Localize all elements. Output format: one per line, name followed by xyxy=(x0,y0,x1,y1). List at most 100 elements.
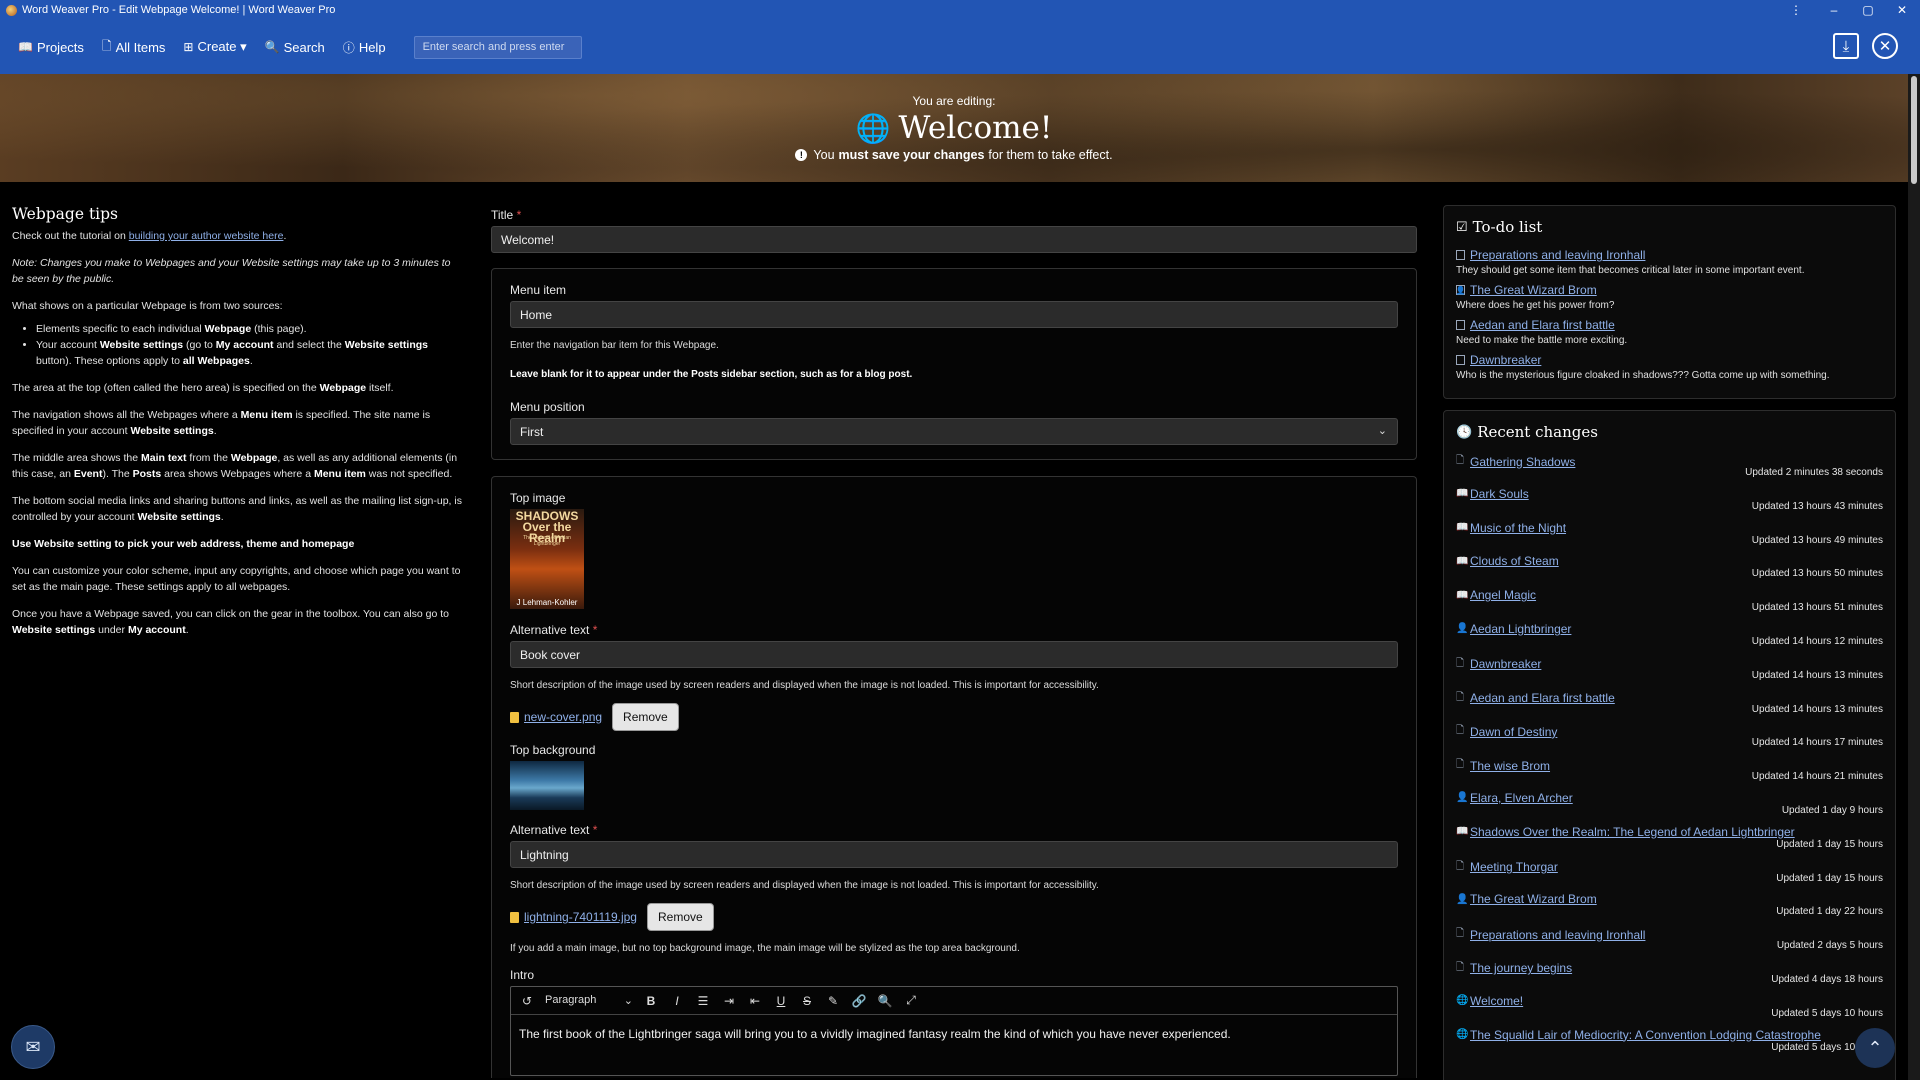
recent-item-link[interactable]: Music of the Night xyxy=(1470,521,1566,535)
todo-item: Dawnbreaker Who is the mysterious figure … xyxy=(1456,353,1883,381)
search-input[interactable] xyxy=(413,35,582,59)
top-image-file-link[interactable]: new-cover.png xyxy=(524,710,602,724)
top-bg-alt-field[interactable]: Lightning xyxy=(510,841,1398,868)
list-item: 👤 Aedan Lightbringer Updated 14 hours 12 m… xyxy=(1456,622,1883,656)
close-editor-button[interactable]: ✕ xyxy=(1872,33,1898,59)
recent-item-link[interactable]: The Great Wizard Brom xyxy=(1470,892,1597,906)
remove-top-bg-button[interactable]: Remove xyxy=(646,903,714,931)
list-item: 🗋 Meeting Thorgar Updated 1 day 15 hours xyxy=(1456,859,1883,893)
todo-item: Preparations and leaving Ironhall They sh… xyxy=(1456,248,1883,276)
recent-item-link[interactable]: Welcome! xyxy=(1470,994,1523,1008)
window-titlebar: Word Weaver Pro - Edit Webpage Welcome! … xyxy=(0,0,1920,20)
top-image-alt-field[interactable]: Book cover xyxy=(510,641,1398,668)
title-field[interactable]: Welcome! xyxy=(491,226,1417,253)
recent-item-time: Updated 5 days 10 hours xyxy=(1771,1007,1883,1019)
find-icon[interactable]: 🔍 xyxy=(877,994,893,1008)
menu-position-select[interactable]: First ⌄ xyxy=(510,418,1398,445)
recent-item-link[interactable]: Dawn of Destiny xyxy=(1470,725,1557,739)
webpage-tips: Webpage tips Check out the tutorial on b… xyxy=(12,206,462,649)
top-bg-file-link[interactable]: lightning-7401119.jpg xyxy=(524,910,637,924)
indent-icon[interactable]: ⇥ xyxy=(721,994,737,1008)
person-icon: 👤 xyxy=(1456,893,1469,905)
highlight-icon[interactable]: ✎ xyxy=(825,994,841,1008)
recent-item-link[interactable]: Angel Magic xyxy=(1470,588,1536,602)
todo-link[interactable]: Dawnbreaker xyxy=(1470,353,1541,367)
todo-link[interactable]: Aedan and Elara first battle xyxy=(1470,318,1615,332)
page-scrollbar[interactable] xyxy=(1908,74,1920,1080)
close-icon: ✕ xyxy=(1878,38,1892,55)
recent-item-link[interactable]: Gathering Shadows xyxy=(1470,455,1575,469)
fullscreen-icon[interactable]: ⤢ xyxy=(903,993,919,1008)
recent-item-link[interactable]: Aedan and Elara first battle xyxy=(1470,691,1615,705)
menu-item-field[interactable]: Home xyxy=(510,301,1398,328)
strikethrough-icon[interactable]: S xyxy=(799,994,815,1008)
nav-help[interactable]: ⓘ Help xyxy=(343,39,386,56)
recent-item-link[interactable]: Shadows Over the Realm: The Legend of Ae… xyxy=(1470,825,1795,839)
todo-link[interactable]: Preparations and leaving Ironhall xyxy=(1470,248,1645,262)
nav-all-items[interactable]: 🗋 All Items xyxy=(102,37,166,58)
recent-link-row: 🗋 Dawn of Destiny xyxy=(1456,723,1557,740)
recent-item-time: Updated 13 hours 43 minutes xyxy=(1751,500,1883,512)
italic-icon[interactable]: I xyxy=(669,994,685,1008)
nav-projects[interactable]: 📖 Projects xyxy=(18,40,84,55)
bullet-list-icon[interactable]: ☰ xyxy=(695,994,711,1008)
window-title: Word Weaver Pro - Edit Webpage Welcome! … xyxy=(22,4,336,16)
menu-position-label: Menu position xyxy=(510,400,585,414)
page-title-text: Welcome! xyxy=(898,110,1053,146)
paragraph-style-select[interactable]: Paragraph ⌄ xyxy=(545,994,633,1007)
todo-description: Where does he get his power from? xyxy=(1456,300,1615,311)
link-icon[interactable]: 🔗 xyxy=(851,994,867,1008)
recent-item-link[interactable]: Dawnbreaker xyxy=(1470,657,1541,671)
recent-item-link[interactable]: Aedan Lightbringer xyxy=(1470,622,1571,636)
help-icon: ⓘ xyxy=(342,40,355,55)
recent-item-link[interactable]: Dark Souls xyxy=(1470,487,1529,501)
menu-item-help-bold: Leave blank for it to appear under the P… xyxy=(510,369,913,380)
todo-link[interactable]: The Great Wizard Brom xyxy=(1470,283,1597,297)
file-icon: 🗋 xyxy=(1456,691,1465,703)
recent-link-row: 📖 Dark Souls xyxy=(1456,487,1529,501)
recent-item-link[interactable]: Clouds of Steam xyxy=(1470,554,1559,568)
mail-icon: ✉ xyxy=(25,1036,41,1057)
minimize-button[interactable]: – xyxy=(1817,0,1851,20)
recent-item-time: Updated 14 hours 12 minutes xyxy=(1751,635,1883,647)
recent-link-row: 🗋 Dawnbreaker xyxy=(1456,656,1541,673)
recent-link-row: 👤 The Great Wizard Brom xyxy=(1456,892,1597,906)
file-icon: 🗋 xyxy=(1456,759,1465,771)
recent-item-link[interactable]: Elara, Elven Archer xyxy=(1470,791,1573,805)
list-item: 🗋 The wise Brom Updated 14 hours 21 minute… xyxy=(1456,757,1883,791)
remove-top-image-button[interactable]: Remove xyxy=(612,703,679,731)
recent-item-link[interactable]: The journey begins xyxy=(1470,961,1572,975)
underline-icon[interactable]: U xyxy=(773,994,789,1008)
recent-item-link[interactable]: Preparations and leaving Ironhall xyxy=(1470,928,1645,942)
list-item: 📖 Clouds of Steam Updated 13 hours 50 minu… xyxy=(1456,554,1883,588)
scroll-to-top-button[interactable]: ⌃ xyxy=(1855,1028,1895,1068)
file-icon xyxy=(510,911,519,923)
recent-item-link[interactable]: Meeting Thorgar xyxy=(1470,860,1558,874)
search-icon: 🔍 xyxy=(264,40,280,54)
nav-search[interactable]: 🔍 Search xyxy=(265,40,325,55)
recent-item-link[interactable]: The wise Brom xyxy=(1470,759,1550,773)
clock-icon: 🕓 xyxy=(1456,424,1473,440)
save-button[interactable]: ⤓ xyxy=(1833,33,1859,59)
recent-item-time: Updated 14 hours 13 minutes xyxy=(1751,669,1883,681)
top-navbar: 📖 Projects 🗋 All Items ⊞ Create ▾ 🔍 Sear… xyxy=(0,20,1920,74)
maximize-button[interactable]: ▢ xyxy=(1851,0,1885,20)
history-icon[interactable]: ↺ xyxy=(519,994,535,1008)
more-options-icon[interactable]: ⋮ xyxy=(1779,0,1813,20)
mail-button[interactable]: ✉ xyxy=(11,1025,55,1069)
book-icon: 📖 xyxy=(18,40,33,54)
list-item: 🌐 The Squalid Lair of Mediocrity: A Conve… xyxy=(1456,1028,1883,1062)
recent-link-row: 📖 Clouds of Steam xyxy=(1456,554,1559,568)
todo-link-row: Preparations and leaving Ironhall xyxy=(1456,248,1883,262)
bold-icon[interactable]: B xyxy=(643,994,659,1008)
recent-item-link[interactable]: The Squalid Lair of Mediocrity: A Conven… xyxy=(1470,1028,1821,1042)
scrollbar-thumb[interactable] xyxy=(1911,76,1917,184)
title-label: Title * xyxy=(491,208,522,222)
tips-navigation: The navigation shows all the Webpages wh… xyxy=(12,409,431,437)
file-icon xyxy=(1456,250,1465,260)
outdent-icon[interactable]: ⇤ xyxy=(747,994,763,1008)
intro-editor-content[interactable]: The first book of the Lightbringer saga … xyxy=(511,1015,1397,1075)
window-close-button[interactable]: ✕ xyxy=(1885,0,1919,20)
tutorial-link[interactable]: building your author website here xyxy=(129,230,284,242)
nav-create[interactable]: ⊞ Create ▾ xyxy=(183,39,246,55)
